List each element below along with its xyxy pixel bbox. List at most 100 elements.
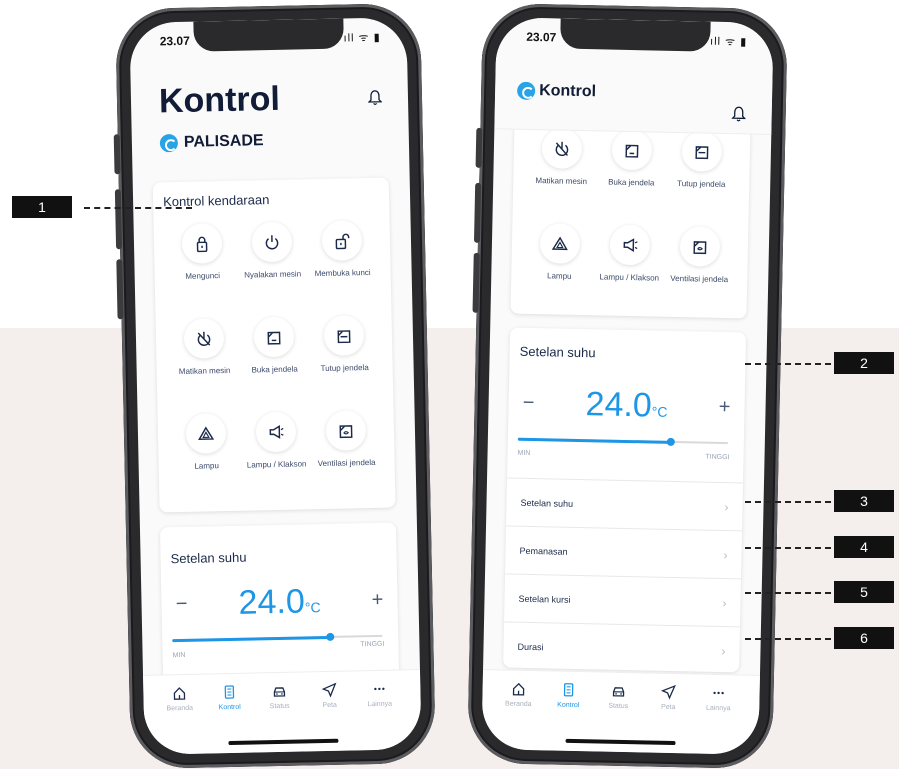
callout-1: 1 bbox=[12, 196, 72, 218]
callout-4: 4 bbox=[834, 536, 894, 558]
callout-5: 5 bbox=[834, 581, 894, 603]
home-icon bbox=[512, 682, 525, 696]
notch bbox=[192, 18, 344, 52]
control-button[interactable] bbox=[181, 223, 223, 264]
control-button[interactable] bbox=[255, 411, 297, 453]
tab-lainnya[interactable]: Lainnya bbox=[692, 684, 745, 712]
settings-row-label: Durasi bbox=[517, 641, 544, 652]
control-label: Lampu / Klakson bbox=[599, 272, 660, 283]
window-open-icon bbox=[625, 144, 639, 158]
callout-3: 3 bbox=[834, 490, 894, 512]
tab-label: Lainnya bbox=[705, 704, 731, 713]
control-item[interactable]: Ventilasi jendela bbox=[663, 226, 735, 322]
status-icons: ıll ᯤ ▮ bbox=[343, 31, 381, 45]
tab-status[interactable]: Status bbox=[253, 682, 306, 710]
phone-left: 23.07 ıll ᯤ ▮ Kontrol PALISADE Kontrol k… bbox=[113, 2, 436, 769]
temperature-slider[interactable] bbox=[172, 632, 383, 643]
brand-logo-icon bbox=[516, 81, 536, 100]
brand-name: PALISADE bbox=[183, 132, 264, 151]
control-label: Tutup jendela bbox=[677, 178, 726, 190]
control-button[interactable] bbox=[251, 221, 293, 263]
decrease-temp-button[interactable]: − bbox=[518, 392, 538, 415]
control-item[interactable]: Matikan mesin bbox=[525, 128, 597, 224]
horn-icon bbox=[623, 238, 638, 253]
control-button[interactable] bbox=[681, 131, 723, 172]
control-label: Ventilasi jendela bbox=[670, 273, 729, 285]
control-item[interactable]: Tutup jendela bbox=[309, 315, 381, 411]
control-button[interactable] bbox=[325, 410, 367, 451]
settings-row[interactable]: Setelan kursi › bbox=[504, 573, 741, 627]
control-button[interactable] bbox=[253, 316, 295, 358]
temperature-display: 24.0°C bbox=[585, 385, 668, 426]
control-item[interactable]: Buka jendela bbox=[239, 316, 311, 412]
tab-peta[interactable]: Peta bbox=[303, 681, 356, 709]
tab-kontrol[interactable]: Kontrol bbox=[203, 683, 256, 711]
tab-label: Beranda bbox=[166, 704, 194, 713]
vehicle-brand[interactable]: PALISADE bbox=[159, 132, 264, 153]
control-item[interactable]: Ventilasi jendela bbox=[311, 410, 383, 506]
control-button[interactable] bbox=[323, 315, 365, 356]
window-close-icon bbox=[337, 330, 351, 344]
control-item[interactable]: Lampu / Klakson bbox=[241, 411, 313, 507]
increase-temp-button[interactable]: + bbox=[367, 589, 387, 612]
tab-kontrol[interactable]: Kontrol bbox=[542, 681, 595, 709]
status-time: 23.07 bbox=[526, 29, 557, 45]
phone-right: 23.07 ıll ᯤ ▮ Kontrol Matikan mesin Buka … bbox=[467, 2, 788, 769]
temperature-slider[interactable] bbox=[517, 437, 728, 447]
control-button[interactable] bbox=[539, 223, 581, 264]
callout-line-1 bbox=[84, 207, 192, 209]
control-button[interactable] bbox=[185, 413, 227, 454]
brand-logo-icon bbox=[159, 133, 179, 153]
settings-row[interactable]: Durasi › bbox=[503, 621, 740, 675]
chevron-right-icon: › bbox=[723, 547, 728, 562]
vehicle-control-card: Kontrol kendaraan Mengunci Nyalakan mesin… bbox=[152, 177, 396, 513]
tab-lainnya[interactable]: Lainnya bbox=[353, 680, 406, 708]
bell-icon[interactable] bbox=[731, 106, 746, 122]
control-label: Ventilasi jendela bbox=[317, 457, 376, 469]
control-item[interactable]: Tutup jendela bbox=[665, 131, 737, 227]
increase-temp-button[interactable]: + bbox=[714, 396, 734, 419]
control-item[interactable]: Lampu bbox=[171, 413, 243, 509]
control-item[interactable]: Nyalakan mesin bbox=[237, 221, 309, 317]
callout-line-3 bbox=[745, 501, 831, 503]
control-button[interactable] bbox=[321, 220, 363, 261]
control-item[interactable]: Matikan mesin bbox=[169, 318, 241, 414]
car-icon bbox=[273, 687, 286, 697]
control-item[interactable]: Lampu bbox=[523, 223, 595, 319]
tab-beranda[interactable]: Beranda bbox=[153, 685, 206, 713]
temperature-card: Setelan suhu − 24.0°C + MIN TINGGI bbox=[159, 522, 400, 688]
window-close-icon bbox=[695, 146, 709, 160]
slider-max-label: TINGGI bbox=[360, 640, 385, 649]
chevron-right-icon: › bbox=[722, 595, 727, 610]
settings-row[interactable]: Setelan suhu › bbox=[506, 477, 744, 531]
slider-fill bbox=[172, 635, 330, 643]
tab-label: Kontrol bbox=[218, 703, 241, 712]
screen-right: 23.07 ıll ᯤ ▮ Kontrol Matikan mesin Buka … bbox=[481, 17, 774, 755]
more-icon bbox=[374, 687, 385, 691]
control-button[interactable] bbox=[183, 318, 225, 359]
control-item[interactable]: Buka jendela bbox=[595, 129, 667, 225]
control-item[interactable]: Membuka kunci bbox=[307, 220, 379, 316]
slider-knob[interactable] bbox=[325, 632, 334, 642]
control-button[interactable] bbox=[611, 129, 653, 171]
control-label: Lampu / Klakson bbox=[246, 459, 307, 470]
bell-icon[interactable] bbox=[367, 90, 383, 106]
temperature-control: − 24.0°C + bbox=[518, 384, 735, 428]
tab-peta[interactable]: Peta bbox=[642, 683, 695, 711]
callout-line-5 bbox=[745, 592, 831, 594]
control-label: Buka jendela bbox=[608, 177, 655, 188]
decrease-temp-button[interactable]: − bbox=[171, 593, 191, 616]
page-title: Kontrol bbox=[538, 82, 597, 101]
control-item[interactable]: Lampu / Klakson bbox=[593, 224, 665, 320]
slider-knob[interactable] bbox=[667, 437, 676, 447]
tab-beranda[interactable]: Beranda bbox=[492, 680, 545, 708]
control-button[interactable] bbox=[609, 224, 651, 266]
control-item[interactable]: Mengunci bbox=[167, 223, 239, 319]
control-button[interactable] bbox=[541, 128, 583, 169]
callout-line-2 bbox=[745, 363, 831, 365]
tab-status[interactable]: Status bbox=[592, 682, 645, 710]
control-button[interactable] bbox=[679, 226, 721, 267]
settings-row[interactable]: Pemanasan › bbox=[505, 525, 743, 579]
navigation-icon bbox=[321, 682, 337, 698]
home-icon bbox=[173, 687, 186, 700]
